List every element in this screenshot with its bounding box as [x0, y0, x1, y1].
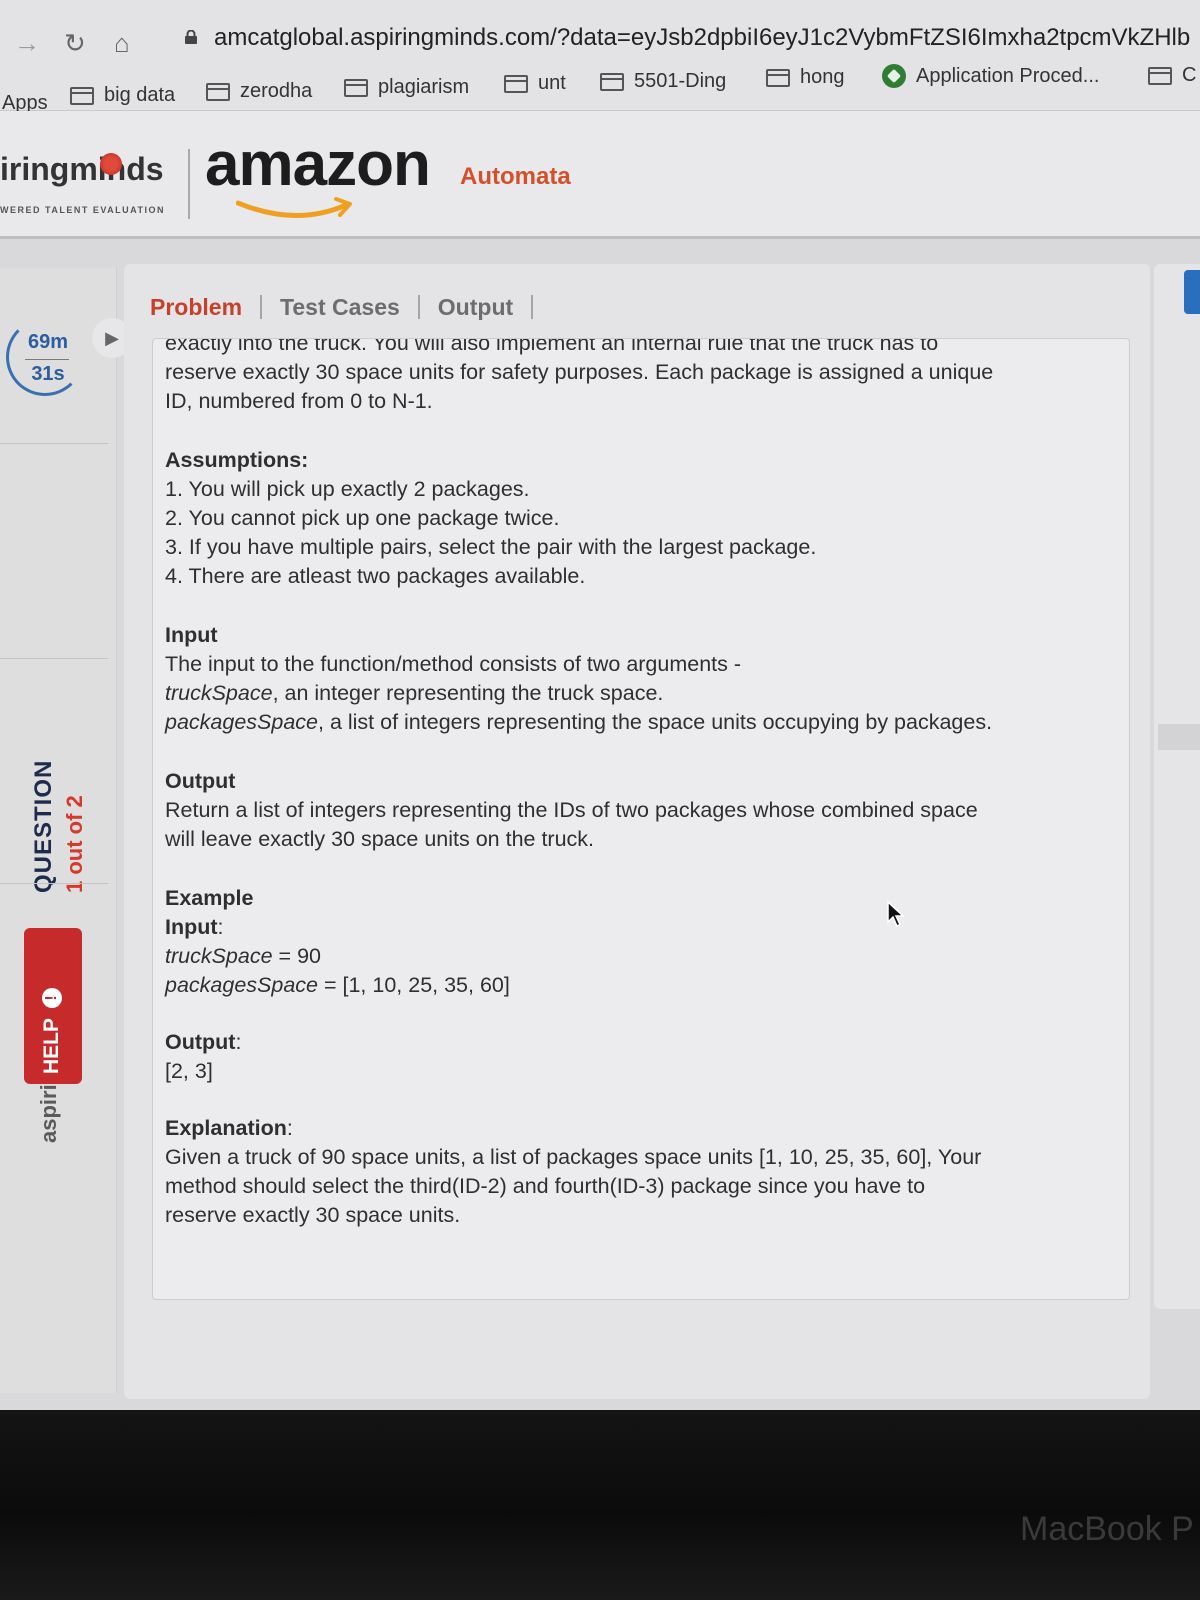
folder-icon	[504, 74, 528, 93]
lock-icon	[185, 30, 197, 44]
explanation-text: method should select the third(ID-2) and…	[165, 1174, 926, 1198]
bookmark-unt[interactable]: unt	[504, 72, 566, 95]
tab-separator	[531, 295, 534, 319]
problem-panel: Problem Test Cases Output exactly into t…	[124, 264, 1150, 1399]
problem-text-line: reserve exactly 30 space units for safet…	[165, 360, 994, 384]
bookmark-big-data[interactable]: big data	[70, 84, 175, 107]
folder-icon	[70, 86, 94, 105]
amazon-smile-icon	[236, 197, 352, 218]
argument-name: truckSpace	[165, 681, 273, 705]
reload-icon[interactable]: ↻	[64, 28, 86, 59]
bookmark-label: zerodha	[240, 80, 313, 102]
tab-problem[interactable]: Problem	[150, 294, 242, 321]
panel-tabs: Problem Test Cases Output	[150, 290, 551, 324]
question-count: 1 out of 2	[62, 795, 87, 893]
browser-toolbar: → ↻ ⌂ amcatglobal.aspiringminds.com/?dat…	[0, 0, 1200, 72]
folder-icon	[600, 72, 624, 91]
header-divider	[188, 149, 190, 219]
argument-name: packagesSpace	[165, 710, 318, 734]
folder-icon	[766, 68, 790, 87]
help-button[interactable]: HELP !	[24, 928, 82, 1084]
folder-icon	[206, 82, 230, 101]
bookmark-label: C	[1182, 64, 1197, 86]
folder-icon	[1148, 66, 1172, 85]
address-bar[interactable]: amcatglobal.aspiringminds.com/?data=eyJs…	[214, 24, 1200, 52]
example-output-label: Output:	[165, 1030, 242, 1054]
editor-tab-edge[interactable]	[1184, 270, 1200, 314]
assumptions-heading: Assumptions:	[165, 448, 309, 472]
argument-description: , an integer representing the truck spac…	[272, 681, 664, 705]
sidebar-divider	[0, 658, 108, 659]
laptop-bezel	[0, 1410, 1200, 1600]
aspiringminds-logo: iringminds	[0, 151, 164, 187]
bookmark-hong[interactable]: hong	[766, 66, 845, 89]
input-description: The input to the function/method consist…	[165, 652, 742, 676]
timer-minutes: 69m	[27, 331, 69, 353]
input-heading: Input	[165, 623, 218, 647]
timer-divider	[25, 359, 69, 360]
bookmark-plagiarism[interactable]: plagiarism	[344, 76, 469, 99]
macbook-label: MacBook P	[1020, 1510, 1194, 1548]
timer-seconds: 31s	[31, 363, 65, 385]
problem-text-line: ID, numbered from 0 to N-1.	[165, 389, 433, 413]
bookmarks-bar: Apps big data zerodha plagiarism unt 550…	[0, 64, 1200, 114]
problem-statement[interactable]: exactly into the truck. You will also im…	[152, 338, 1130, 1300]
left-sidebar: 69m 31s ▶ QUESTION 1 out of 2 aspiringmi…	[0, 268, 132, 1393]
product-name: Automata	[460, 163, 571, 190]
info-icon: !	[42, 987, 62, 1008]
bookmark-zerodha[interactable]: zerodha	[206, 80, 312, 103]
tab-separator	[417, 295, 420, 319]
bookmark-label: big data	[104, 84, 176, 106]
tab-output[interactable]: Output	[438, 294, 513, 321]
explanation-text: reserve exactly 30 space units.	[165, 1203, 461, 1227]
assumption-item: 3. If you have multiple pairs, select th…	[165, 535, 817, 559]
output-description: Return a list of integers representing t…	[165, 798, 978, 822]
bookmark-application-proced[interactable]: Application Proced...	[882, 64, 1099, 88]
example-input-line: packagesSpace = [1, 10, 25, 35, 60]	[165, 973, 510, 997]
globe-icon	[882, 64, 906, 88]
sidebar-divider	[0, 883, 108, 884]
bookmark-5501-ding[interactable]: 5501-Ding	[600, 70, 726, 93]
problem-text-line: exactly into the truck. You will also im…	[165, 338, 939, 355]
output-heading: Output	[165, 769, 236, 793]
amazon-logo: amazon	[205, 130, 431, 199]
sidebar-divider	[0, 443, 108, 444]
editor-panel-edge	[1154, 264, 1200, 1309]
example-output-value: [2, 3]	[165, 1059, 213, 1083]
question-indicator: QUESTION 1 out of 2	[30, 493, 90, 893]
flower-logo-icon	[100, 153, 122, 175]
bookmark-label: 5501-Ding	[634, 70, 727, 92]
bookmark-label: unt	[538, 72, 566, 94]
explanation-text: Given a truck of 90 space units, a list …	[165, 1145, 982, 1169]
example-input-line: truckSpace = 90	[165, 944, 321, 968]
output-description: will leave exactly 30 space units on the…	[165, 827, 595, 851]
tab-separator	[260, 295, 263, 319]
example-input-label: Input:	[165, 915, 224, 939]
assumption-item: 2. You cannot pick up one package twice.	[165, 506, 560, 530]
bookmark-c[interactable]: C	[1148, 64, 1196, 87]
explanation-heading: Explanation:	[165, 1116, 293, 1140]
bookmark-label: plagiarism	[378, 76, 470, 98]
brand-tagline: WERED TALENT EVALUATION	[0, 205, 165, 215]
forward-arrow-icon[interactable]: →	[14, 28, 40, 59]
help-label: HELP	[40, 1017, 63, 1074]
tab-test-cases[interactable]: Test Cases	[280, 294, 400, 321]
input-argument: packagesSpace, a list of integers repres…	[165, 708, 1115, 737]
bookmark-label: hong	[800, 66, 845, 88]
assumption-item: 4. There are atleast two packages availa…	[165, 564, 586, 588]
countdown-timer: 69m 31s	[6, 318, 84, 396]
folder-icon	[344, 78, 368, 97]
bookmark-label: Application Proced...	[916, 64, 1100, 87]
home-icon[interactable]: ⌂	[114, 28, 130, 59]
editor-line-highlight	[1158, 724, 1200, 750]
argument-description: , a list of integers representing the sp…	[318, 710, 993, 734]
question-label: QUESTION	[30, 759, 57, 893]
mouse-cursor-icon	[887, 900, 905, 928]
example-heading: Example	[165, 886, 254, 910]
site-header: iringminds WERED TALENT EVALUATION amazo…	[0, 111, 1200, 239]
input-argument: truckSpace, an integer representing the …	[165, 679, 1115, 708]
assumption-item: 1. You will pick up exactly 2 packages.	[165, 477, 530, 501]
